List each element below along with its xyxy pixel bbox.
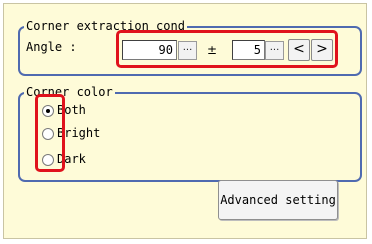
radio-highlight-box <box>35 94 65 172</box>
settings-panel: Corner extraction cond Angle : 90 ... ± … <box>3 3 367 239</box>
angle-label: Angle : <box>26 40 77 54</box>
advanced-setting-button[interactable]: Advanced setting <box>218 180 338 220</box>
angle-highlight-box <box>116 30 338 68</box>
